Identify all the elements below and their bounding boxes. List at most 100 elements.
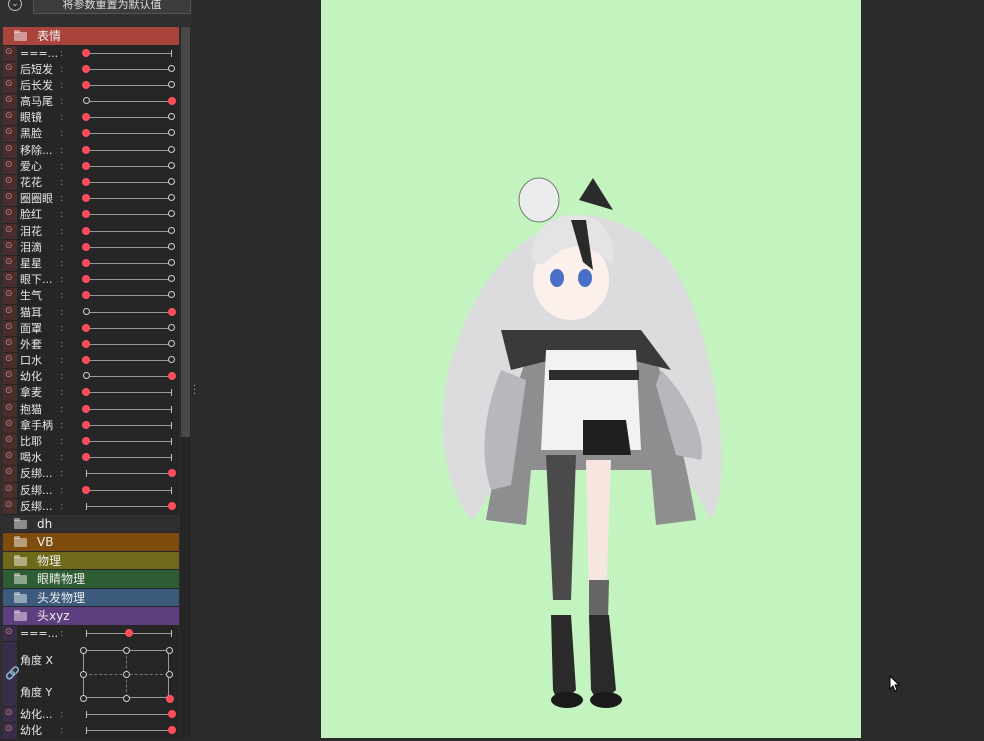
param-slider[interactable]	[82, 226, 175, 235]
group-expression[interactable]: 表情	[3, 27, 179, 46]
slider-knob[interactable]	[82, 437, 90, 445]
slider-knob[interactable]	[125, 628, 133, 637]
clip-icon[interactable]: ⊙	[5, 208, 13, 218]
angle-xy-pad[interactable]	[80, 647, 174, 704]
slider-knob[interactable]	[168, 97, 176, 106]
clip-icon[interactable]: ⊙	[5, 257, 13, 267]
pad-knob[interactable]	[166, 695, 174, 704]
reset-parameters-button[interactable]: 将参数重置为默认值	[33, 0, 191, 14]
link-icon[interactable]: 🔗	[5, 666, 20, 680]
param-slider[interactable]	[86, 710, 176, 719]
param-slider[interactable]	[82, 356, 175, 365]
clip-icon[interactable]: ⊙	[5, 451, 13, 461]
param-slider[interactable]	[82, 161, 175, 170]
param-slider[interactable]	[82, 453, 172, 462]
slider-knob[interactable]	[82, 404, 90, 413]
group-physics[interactable]: 物理	[3, 551, 179, 571]
slider-knob[interactable]	[82, 453, 90, 462]
slider-knob[interactable]	[82, 48, 90, 57]
slider-knob[interactable]	[82, 129, 90, 138]
clip-icon[interactable]: ⊙	[5, 79, 13, 89]
clip-icon[interactable]: ⊙	[5, 306, 13, 316]
slider-knob[interactable]	[82, 339, 90, 348]
param-slider[interactable]	[82, 129, 175, 138]
param-slider[interactable]	[83, 97, 176, 106]
slider-knob[interactable]	[168, 469, 176, 478]
group-vb[interactable]: VB	[3, 533, 179, 552]
slider-knob[interactable]	[82, 291, 90, 300]
slider-knob[interactable]	[82, 80, 90, 89]
slider-knob[interactable]	[82, 258, 90, 267]
clip-icon[interactable]: ⊙	[5, 160, 13, 170]
clip-icon[interactable]: ⊙	[5, 435, 13, 445]
clip-icon[interactable]: ⊙	[5, 289, 13, 299]
clip-icon[interactable]: ⊙	[5, 225, 13, 235]
param-slider[interactable]	[82, 113, 175, 122]
slider-knob[interactable]	[82, 323, 90, 332]
clip-icon[interactable]: ⊙	[5, 95, 13, 105]
scroll-thumb[interactable]	[181, 27, 190, 437]
clip-icon[interactable]: ⊙	[5, 176, 13, 186]
slider-knob[interactable]	[82, 161, 90, 170]
clip-icon[interactable]: ⊙	[5, 241, 13, 251]
slider-knob[interactable]	[82, 242, 90, 251]
clip-icon[interactable]: ⊙	[5, 111, 13, 121]
clip-icon[interactable]: ⊙	[5, 144, 13, 154]
clip-icon[interactable]: ⊙	[5, 724, 13, 734]
param-slider[interactable]	[82, 437, 172, 445]
clip-icon[interactable]: ⊙	[5, 338, 13, 348]
group-dh[interactable]: dh	[3, 514, 179, 534]
clip-icon[interactable]: ⊙	[5, 403, 13, 413]
clip-icon[interactable]: ⊙	[5, 419, 13, 429]
param-slider[interactable]	[83, 372, 176, 381]
clip-icon[interactable]: ⊙	[5, 273, 13, 283]
chevron-down-icon[interactable]: ⌄	[8, 0, 22, 11]
param-slider[interactable]	[82, 80, 175, 89]
param-slider[interactable]	[82, 210, 175, 219]
slider-knob[interactable]	[82, 356, 90, 365]
group-eye-physics[interactable]: 眼睛物理	[3, 570, 179, 589]
slider-knob[interactable]	[82, 145, 90, 154]
param-slider[interactable]	[82, 323, 175, 332]
param-slider[interactable]	[82, 404, 172, 413]
slider-knob[interactable]	[82, 420, 90, 429]
slider-knob[interactable]	[82, 275, 90, 284]
param-slider[interactable]	[82, 178, 175, 186]
param-slider[interactable]	[82, 420, 172, 429]
slider-knob[interactable]	[82, 178, 90, 186]
clip-icon[interactable]: ⊙	[5, 467, 13, 477]
slider-knob[interactable]	[82, 64, 90, 73]
param-slider[interactable]	[82, 194, 175, 203]
slider-knob[interactable]	[82, 226, 90, 235]
param-slider[interactable]	[86, 469, 176, 478]
param-slider[interactable]	[82, 242, 175, 251]
slider-knob[interactable]	[82, 113, 90, 122]
clip-icon[interactable]: ⊙	[5, 192, 13, 202]
param-slider[interactable]	[82, 485, 172, 494]
param-slider[interactable]	[82, 291, 175, 300]
panel-scrollbar[interactable]	[180, 27, 191, 738]
slider-knob[interactable]	[82, 388, 90, 397]
param-slider[interactable]	[82, 48, 172, 57]
clip-icon[interactable]: ⊙	[5, 484, 13, 494]
clip-icon[interactable]: ⊙	[5, 386, 13, 396]
param-slider[interactable]	[82, 145, 175, 154]
slider-knob[interactable]	[168, 726, 176, 735]
clip-icon[interactable]: ⊙	[5, 500, 13, 510]
slider-knob[interactable]	[82, 194, 90, 203]
clip-icon[interactable]: ⊙	[5, 63, 13, 73]
clip-icon[interactable]: ⊙	[5, 627, 13, 637]
group-hair-physics[interactable]: 头发物理	[3, 588, 179, 608]
clip-icon[interactable]: ⊙	[5, 708, 13, 718]
slider-knob[interactable]	[168, 372, 176, 381]
param-slider[interactable]	[82, 64, 175, 73]
param-slider[interactable]	[82, 275, 175, 284]
slider-knob[interactable]	[168, 307, 176, 316]
slider-knob[interactable]	[168, 710, 176, 719]
clip-icon[interactable]: ⊙	[5, 127, 13, 137]
grip-icon[interactable]: · · ·	[193, 382, 196, 400]
clip-icon[interactable]: ⊙	[5, 370, 13, 380]
slider-knob[interactable]	[168, 501, 176, 510]
slider-knob[interactable]	[82, 485, 90, 494]
param-slider[interactable]	[82, 388, 172, 397]
